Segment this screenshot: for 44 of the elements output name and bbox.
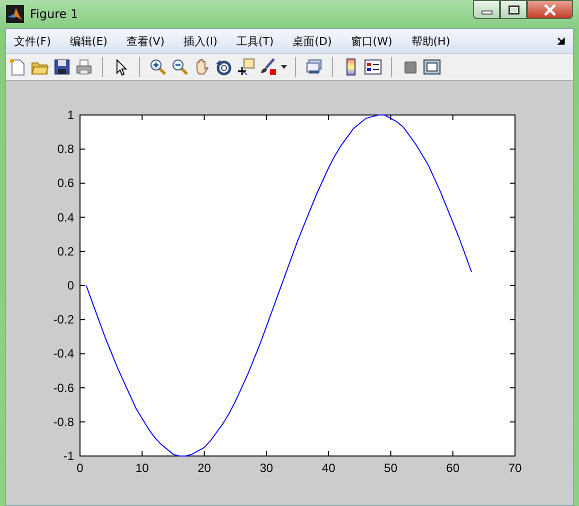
y-tick-label: 1	[67, 108, 74, 122]
y-tick-label: -1	[63, 449, 74, 463]
y-tick-label: -0.2	[53, 312, 74, 327]
y-tick-label: -0.8	[53, 414, 74, 429]
maximize-button[interactable]	[500, 0, 527, 19]
y-tick-label: 0.4	[57, 210, 74, 224]
menu-item[interactable]: 窗口(W)	[344, 34, 398, 48]
legend-icon[interactable]	[363, 57, 383, 77]
menu-item[interactable]: 帮助(H)	[405, 34, 456, 48]
dock-arrow-icon[interactable]	[557, 37, 565, 45]
dropdown-caret-icon[interactable]	[281, 65, 287, 69]
menu-item[interactable]: 插入(I)	[178, 34, 224, 48]
y-tick-label: 0	[67, 278, 74, 292]
x-tick-label: 30	[260, 461, 274, 475]
maximize-icon	[508, 4, 520, 14]
x-tick-label: 70	[508, 461, 522, 475]
x-tick-label: 60	[446, 461, 460, 475]
zoom-in-icon[interactable]	[148, 57, 168, 77]
menu-item[interactable]: 编辑(E)	[64, 34, 114, 48]
data-cursor-icon[interactable]	[236, 57, 256, 77]
y-tick-label: -0.6	[53, 380, 74, 395]
y-tick-label: -0.4	[53, 346, 74, 361]
x-tick-label: 50	[384, 461, 398, 475]
x-tick-label: 0	[76, 461, 84, 475]
close-button[interactable]	[527, 0, 573, 19]
brush-icon[interactable]	[258, 57, 278, 77]
window-icon[interactable]	[422, 57, 442, 77]
zoom-out-icon[interactable]	[170, 57, 190, 77]
menu-item[interactable]: 工具(T)	[230, 34, 280, 48]
printer-icon[interactable]	[74, 57, 94, 77]
x-tick-label: 20	[198, 461, 211, 475]
menu-item[interactable]: 桌面(D)	[286, 34, 338, 48]
y-tick-label: 0.6	[57, 176, 74, 190]
app-logo-icon	[6, 5, 24, 23]
x-tick-label: 40	[322, 461, 336, 475]
x-tick-label: 10	[135, 461, 149, 475]
window-title: Figure 1	[30, 7, 78, 21]
menu-item[interactable]: 查看(V)	[120, 34, 171, 48]
menu-item[interactable]: 文件(F)	[8, 34, 57, 48]
save-icon[interactable]	[52, 57, 72, 77]
y-tick-label: 0.8	[57, 142, 74, 156]
y-tick-label: 0.2	[57, 244, 74, 258]
minimize-button[interactable]	[473, 0, 500, 19]
close-icon	[543, 4, 557, 16]
